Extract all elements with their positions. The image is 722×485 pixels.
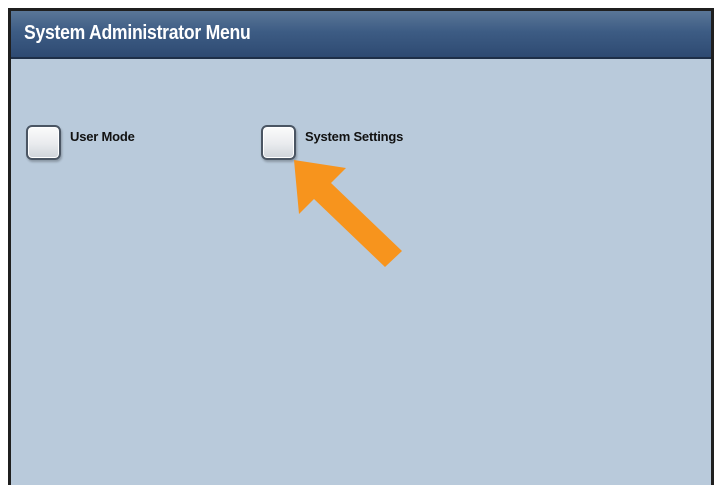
- user-mode-checkbox[interactable]: [26, 125, 61, 160]
- system-settings-label: System Settings: [305, 129, 404, 144]
- system-settings-option[interactable]: System Settings: [261, 125, 403, 160]
- system-settings-checkbox[interactable]: [261, 125, 296, 160]
- user-mode-label: User Mode: [70, 129, 135, 144]
- admin-screen: System Administrator Menu User Mode Syst…: [8, 8, 714, 485]
- user-mode-option[interactable]: User Mode: [26, 125, 135, 160]
- page-title: System Administrator Menu: [24, 22, 251, 44]
- menu-content: User Mode System Settings: [11, 59, 711, 485]
- title-bar: System Administrator Menu: [11, 11, 711, 59]
